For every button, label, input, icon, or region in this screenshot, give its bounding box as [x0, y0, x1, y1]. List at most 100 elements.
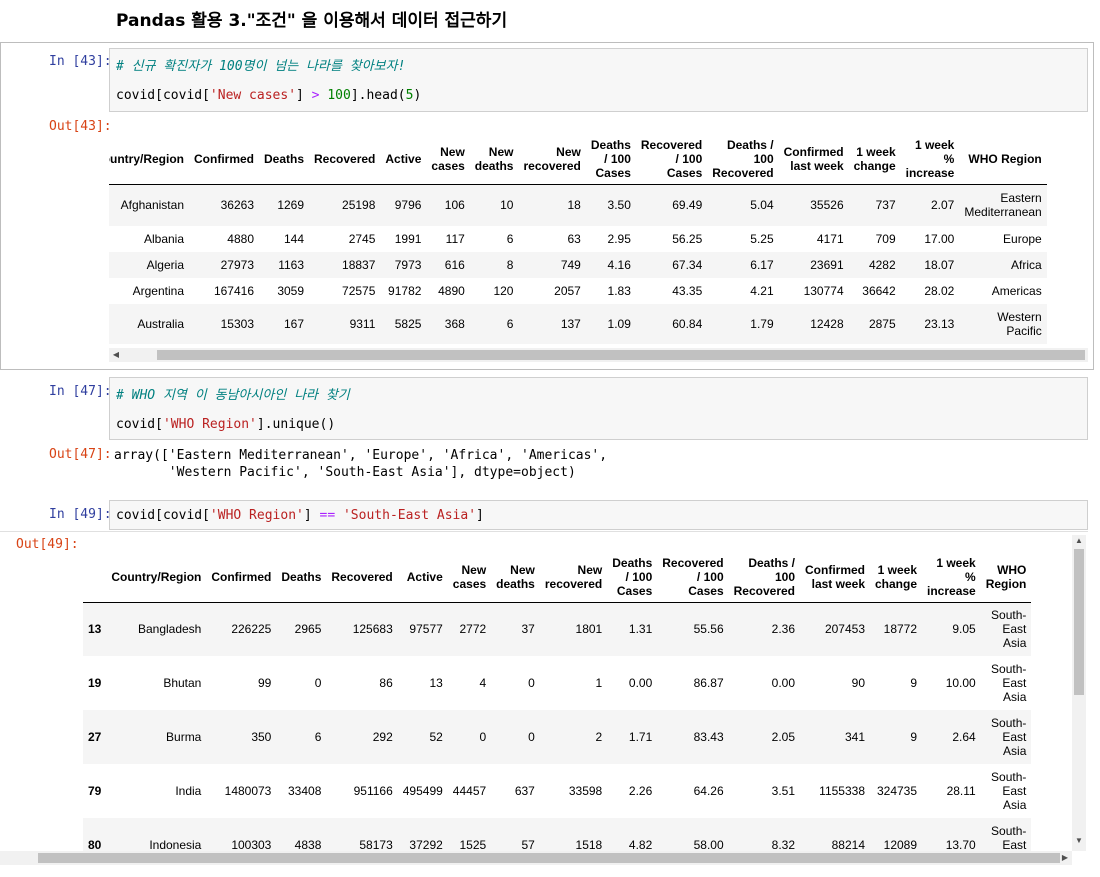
- table-cell: 495499: [402, 784, 443, 798]
- code-string: 'WHO Region': [209, 508, 304, 523]
- column-header: 1 week change: [875, 562, 918, 591]
- table-cell: 2875: [868, 317, 896, 331]
- table-cell: 951166: [353, 784, 393, 798]
- table-cell: 1480073: [224, 784, 272, 798]
- table-cell: 6.17: [750, 258, 774, 272]
- code-token: ].head(: [350, 88, 406, 103]
- column-header: Recovered/ 100 Cases: [662, 555, 724, 598]
- scrollbar-thumb[interactable]: [1074, 549, 1084, 695]
- vertical-scrollbar-49[interactable]: ▲ ▼: [1072, 535, 1086, 851]
- code-token: ): [413, 88, 422, 103]
- table-cell: 125683: [352, 622, 393, 637]
- code-token: covid[covid[: [116, 88, 210, 103]
- scrollbar-thumb[interactable]: [38, 853, 1060, 863]
- table-cell: 28.11: [946, 784, 976, 798]
- code-token: ]: [303, 508, 320, 523]
- table-cell: 9796: [394, 198, 422, 213]
- table-cell: 137: [560, 317, 581, 331]
- table-cell: Argentina: [132, 284, 184, 298]
- table-cell: South-EastAsia: [991, 716, 1027, 758]
- code-line-49: covid[covid['WHO Region'] == 'South-East…: [116, 508, 484, 523]
- table-cell: 1.79: [750, 317, 774, 331]
- scroll-up-icon[interactable]: ▲: [1072, 535, 1086, 547]
- table-cell: 64.26: [693, 784, 724, 798]
- table-cell: 69.49: [672, 198, 703, 213]
- scrollbar-thumb[interactable]: [157, 350, 1085, 360]
- table-cell: 33598: [568, 784, 603, 798]
- table-cell: India: [175, 784, 202, 798]
- code-line-43: covid[covid['New cases'] > 100].head(5): [116, 88, 421, 103]
- in-prompt-49: In [49]:: [49, 507, 112, 522]
- table-cell: 4: [479, 676, 487, 690]
- horizontal-scrollbar-43[interactable]: ◀: [109, 348, 1088, 362]
- column-header: 1 week change: [853, 144, 896, 173]
- array-output-line-2: 'Western Pacific', 'South-East Asia'], d…: [114, 465, 576, 480]
- column-header: Deaths: [281, 569, 322, 584]
- table-cell: 91782: [388, 284, 422, 298]
- table-cell: 4.16: [607, 258, 631, 272]
- table-cell: 18772: [883, 622, 918, 637]
- table-cell: 67.34: [672, 258, 703, 272]
- table-cell: 27973: [220, 258, 254, 272]
- code-string: 'New cases': [209, 88, 297, 103]
- table-cell: 1518: [575, 838, 603, 852]
- out-prompt-43: Out[43]:: [49, 119, 112, 134]
- scroll-down-icon[interactable]: ▼: [1072, 835, 1086, 847]
- table-cell: 10.00: [945, 676, 976, 690]
- code-input-49[interactable]: covid[covid['WHO Region'] == 'South-East…: [109, 500, 1088, 530]
- horizontal-scrollbar-49[interactable]: ▶: [0, 851, 1072, 865]
- table-cell: 3.50: [607, 198, 631, 213]
- array-output-line-1: array(['Eastern Mediterranean', 'Europe'…: [114, 448, 608, 463]
- scroll-left-icon[interactable]: ◀: [109, 348, 123, 362]
- code-input-47[interactable]: # WHO 지역 이 동남아시아인 나라 찾기 covid['WHO Regio…: [109, 377, 1088, 440]
- column-header: Confirmed last week: [783, 144, 844, 173]
- table-cell: 4282: [868, 258, 896, 272]
- table-cell: 9311: [349, 317, 376, 331]
- table-row: 79 India 1480073 33408 951166 495499 44457 637 3…: [83, 764, 1031, 818]
- out-prompt-49: Out[49]:: [16, 537, 79, 552]
- column-header: Confirmed: [194, 151, 254, 166]
- column-header: New deaths: [496, 562, 535, 591]
- row-index: 80: [88, 838, 102, 852]
- table-cell: 616: [444, 258, 465, 272]
- table-cell: 56.25: [672, 232, 703, 246]
- table-cell: 15303: [220, 317, 254, 331]
- table-cell: 292: [372, 730, 393, 744]
- table-cell: Americas: [991, 284, 1042, 298]
- scroll-right-icon[interactable]: ▶: [1058, 851, 1072, 865]
- column-header: WHO Region: [985, 562, 1027, 591]
- code-token: covid[: [116, 417, 163, 432]
- table-cell: Albania: [143, 232, 184, 246]
- output-divider: [0, 531, 1088, 532]
- table-cell: 3.51: [771, 784, 795, 798]
- table-cell: Bangladesh: [137, 622, 202, 637]
- table-cell: 0: [314, 676, 322, 690]
- table-cell: 117: [445, 232, 465, 246]
- table-row: Australia 15303 167 9311 5825 368 6 137 1.09 60.8…: [109, 304, 1047, 344]
- row-index: 27: [88, 730, 102, 744]
- code-input-43[interactable]: # 신규 확진자가 100명이 넘는 나라를 찾아보자! covid[covid…: [109, 48, 1088, 112]
- table-cell: 4.21: [750, 284, 774, 298]
- table-cell: 324735: [876, 784, 918, 798]
- code-token: covid[covid[: [116, 508, 210, 523]
- column-header: Recovered/ 100 Cases: [640, 137, 703, 180]
- table-cell: 1269: [277, 198, 305, 213]
- in-prompt-43: In [43]:: [49, 54, 112, 69]
- table-cell: 4171: [816, 232, 844, 246]
- table-cell: 97577: [409, 622, 443, 637]
- table-cell: Europe: [1003, 232, 1042, 246]
- table-cell: 144: [283, 232, 305, 246]
- table-cell: South-EastAsia: [991, 770, 1027, 812]
- out-prompt-47: Out[47]:: [49, 447, 112, 462]
- table-cell: 350: [251, 730, 272, 744]
- table-cell: 25198: [342, 198, 376, 213]
- table-cell: 2: [595, 730, 603, 744]
- column-header: 1 week% increase: [905, 137, 955, 180]
- column-header: New recovered: [544, 562, 603, 591]
- table-cell: 2.26: [628, 784, 653, 798]
- table-row: Argentina 167416 3059 72575 91782 4890 120 2057…: [109, 278, 1047, 304]
- table-cell: 36263: [220, 198, 254, 213]
- table-cell: 12089: [883, 838, 918, 852]
- table-cell: Bhutan: [163, 676, 202, 690]
